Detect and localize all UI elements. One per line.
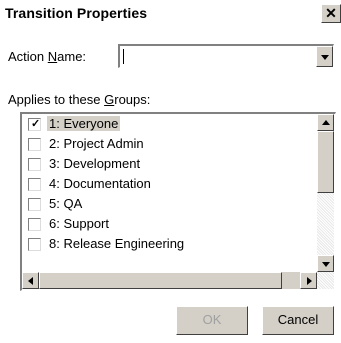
- group-list-item[interactable]: 3: Development: [22, 154, 317, 174]
- group-list-item[interactable]: 4: Documentation: [22, 174, 317, 194]
- chevron-down-icon: [321, 55, 329, 60]
- checkmark-icon: ✓: [31, 118, 41, 130]
- group-list-item[interactable]: 6: Support: [22, 214, 317, 234]
- scroll-left-button[interactable]: [22, 272, 39, 289]
- dialog-title: Transition Properties: [5, 5, 148, 21]
- horizontal-scrollbar[interactable]: [22, 272, 317, 289]
- group-checkbox[interactable]: [28, 198, 41, 211]
- group-checkbox[interactable]: [28, 178, 41, 191]
- cancel-button[interactable]: Cancel: [262, 306, 334, 335]
- group-list-item[interactable]: 8: Release Engineering: [22, 234, 317, 254]
- group-label: 2: Project Admin: [49, 136, 144, 151]
- group-checkbox[interactable]: [28, 218, 41, 231]
- groups-list: ✓ 1: Everyone 2: Project Admin 3: Developme…: [22, 114, 317, 254]
- ok-button[interactable]: OK: [176, 306, 248, 335]
- action-name-combobox[interactable]: [118, 44, 334, 68]
- group-label: 8: Release Engineering: [49, 236, 185, 251]
- group-label: 4: Documentation: [49, 176, 151, 191]
- action-name-dropdown-button[interactable]: [316, 46, 333, 67]
- close-icon: ✕: [325, 5, 337, 21]
- title-bar: Transition Properties ✕: [0, 0, 341, 26]
- groups-listbox[interactable]: ✓ 1: Everyone 2: Project Admin 3: Developme…: [20, 112, 336, 291]
- group-checkbox[interactable]: [28, 158, 41, 171]
- group-checkbox[interactable]: [28, 138, 41, 151]
- scroll-up-button[interactable]: [317, 114, 334, 131]
- horizontal-scroll-thumb[interactable]: [39, 272, 282, 289]
- scroll-right-button[interactable]: [300, 272, 317, 289]
- transition-properties-dialog: Transition Properties ✕ Action Name: App…: [0, 0, 341, 343]
- scroll-down-button[interactable]: [317, 255, 334, 272]
- text-caret: [123, 49, 124, 64]
- group-list-item[interactable]: 5: QA: [22, 194, 317, 214]
- scroll-down-icon: [322, 262, 330, 267]
- group-checkbox[interactable]: [28, 238, 41, 251]
- scroll-left-icon: [28, 277, 33, 285]
- action-name-label: Action Name:: [8, 49, 87, 64]
- scroll-up-icon: [322, 120, 330, 125]
- group-label: 3: Development: [49, 156, 141, 171]
- group-label: 1: Everyone: [47, 116, 121, 131]
- vertical-scrollbar[interactable]: [317, 114, 334, 272]
- close-button[interactable]: ✕: [321, 4, 341, 23]
- groups-label: Applies to these Groups:: [8, 92, 151, 107]
- scrollbar-corner: [317, 272, 334, 289]
- group-list-item[interactable]: 2: Project Admin: [22, 134, 317, 154]
- scroll-right-icon: [307, 277, 312, 285]
- vertical-scroll-thumb[interactable]: [317, 131, 334, 193]
- group-label: 6: Support: [49, 216, 109, 231]
- group-label: 5: QA: [49, 196, 83, 211]
- group-list-item[interactable]: ✓ 1: Everyone: [22, 114, 317, 134]
- group-checkbox[interactable]: ✓: [28, 118, 41, 131]
